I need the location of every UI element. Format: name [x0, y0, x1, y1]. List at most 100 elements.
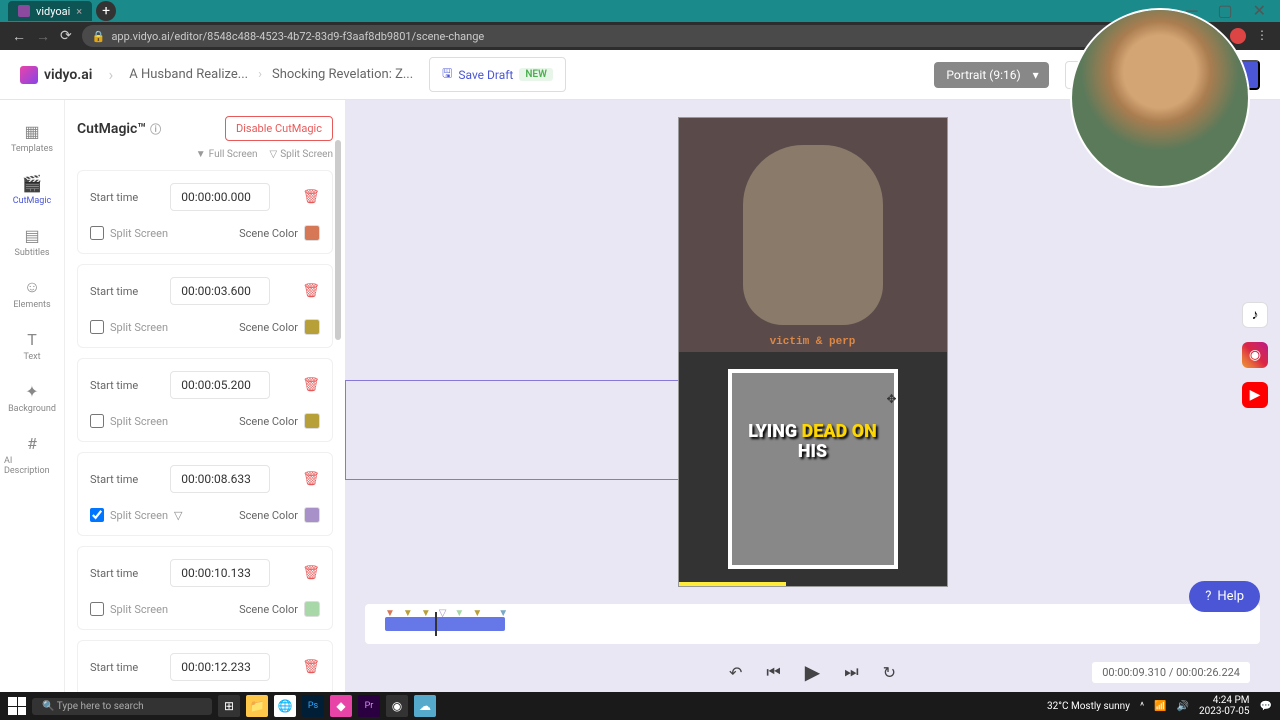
logo-text: vidyo.ai [44, 67, 92, 83]
taskbar-search[interactable]: 🔍 Type here to search [32, 698, 212, 715]
color-swatch[interactable] [304, 507, 320, 523]
instagram-icon[interactable]: ◉ [1242, 342, 1268, 368]
windows-start-icon[interactable] [8, 697, 26, 715]
split-screen-checkbox[interactable]: Split Screen [90, 414, 168, 428]
browser-tab[interactable]: vidyoai × [8, 1, 92, 21]
full-screen-toggle[interactable]: ▼ Full Screen [196, 149, 258, 160]
checkbox-input[interactable] [90, 602, 104, 616]
reload-icon[interactable]: ⟳ [60, 28, 72, 44]
clock-time[interactable]: 4:24 PM [1199, 695, 1250, 706]
tray-chevron-icon[interactable]: ^ [1140, 701, 1144, 712]
tab-favicon [18, 5, 30, 17]
nav-text[interactable]: T Text [0, 320, 64, 372]
breadcrumb-item[interactable]: Shocking Revelation: Z... [272, 67, 413, 82]
delete-icon[interactable]: 🗑 [302, 659, 320, 675]
notifications-icon[interactable]: 💬 [1260, 701, 1272, 712]
split-screen-checkbox[interactable]: Split Screen [90, 602, 168, 616]
back-icon[interactable]: ← [12, 28, 26, 45]
split-label: Split Screen [110, 415, 168, 428]
breadcrumb[interactable]: A Husband Realize... › Shocking Revelati… [129, 67, 413, 82]
nav-label: Subtitles [14, 248, 49, 258]
scene-color-label: Scene Color [239, 321, 298, 334]
time-sep: / [1166, 666, 1176, 679]
disable-cutmagic-button[interactable]: Disable CutMagic [225, 116, 333, 141]
color-swatch[interactable] [304, 225, 320, 241]
checkbox-input[interactable] [90, 320, 104, 334]
info-icon[interactable]: ⓘ [150, 121, 161, 137]
split-indicator-icon: ▽ [174, 509, 182, 522]
split-screen-checkbox[interactable]: Split Screen [90, 226, 168, 240]
delete-icon[interactable]: 🗑 [302, 565, 320, 581]
explorer-icon[interactable]: 📁 [246, 695, 268, 717]
nav-cutmagic[interactable]: 🎬 CutMagic [0, 164, 64, 216]
caption-word-highlight: DEAD ON [802, 421, 877, 442]
checkbox-input[interactable] [90, 508, 104, 522]
tiktok-icon[interactable]: ♪ [1242, 302, 1268, 328]
weather-widget[interactable]: 32°C Mostly sunny [1047, 701, 1130, 712]
video-preview[interactable]: victim & perp LYING DEAD ON HIS ✥ [678, 117, 948, 587]
help-button[interactable]: ? Help [1189, 581, 1260, 612]
scrollbar[interactable] [335, 100, 343, 692]
save-draft-button[interactable]: 🖫 Save Draft NEW [429, 57, 566, 92]
delete-icon[interactable]: 🗑 [302, 377, 320, 393]
start-time-input[interactable] [170, 465, 270, 493]
split-screen-checkbox[interactable]: Split Screen ▽ [90, 508, 183, 522]
photoshop-icon[interactable]: Ps [302, 695, 324, 717]
nav-ai-description[interactable]: # AI Description [0, 424, 64, 486]
aspect-ratio-dropdown[interactable]: Portrait (9:16) [934, 62, 1048, 88]
profile-icon[interactable] [1230, 28, 1246, 44]
delete-icon[interactable]: 🗑 [302, 471, 320, 487]
start-time-input[interactable] [170, 559, 270, 587]
nav-elements[interactable]: ☺ Elements [0, 268, 64, 320]
clock-date[interactable]: 2023-07-05 [1199, 706, 1250, 717]
delete-icon[interactable]: 🗑 [302, 189, 320, 205]
loop-icon[interactable]: ↻ [883, 663, 896, 682]
task-view-icon[interactable]: ⊞ [218, 695, 240, 717]
wifi-icon[interactable]: 📶 [1154, 701, 1166, 712]
tab-close-icon[interactable]: × [76, 5, 82, 18]
color-swatch[interactable] [304, 319, 320, 335]
timeline[interactable]: ▼ ▼ ▼ ▽ ▼ ▼ ▼ [365, 604, 1260, 644]
checkbox-input[interactable] [90, 414, 104, 428]
chrome-icon[interactable]: 🌐 [274, 695, 296, 717]
skip-back-icon[interactable]: ⏮ [766, 662, 780, 682]
maximize-icon[interactable]: ▢ [1211, 1, 1238, 21]
start-time-input[interactable] [170, 653, 270, 681]
start-time-input[interactable] [170, 371, 270, 399]
delete-icon[interactable]: 🗑 [302, 283, 320, 299]
close-window-icon[interactable]: ✕ [1247, 1, 1272, 21]
checkbox-input[interactable] [90, 226, 104, 240]
replay-icon[interactable]: ↶ [729, 663, 742, 682]
app-icon[interactable]: ☁ [414, 695, 436, 717]
scenes-panel: CutMagic™ ⓘ Disable CutMagic ▼ Full Scre… [65, 100, 345, 692]
scene-card: Start time 🗑 Split Screen Scene Color [77, 264, 333, 348]
nav-subtitles[interactable]: ▤ Subtitles [0, 216, 64, 268]
color-swatch[interactable] [304, 601, 320, 617]
start-time-input[interactable] [170, 183, 270, 211]
scene-card: Start time 🗑 Split Screen Scene Color [77, 358, 333, 442]
app-icon[interactable]: ◆ [330, 695, 352, 717]
split-screen-toggle[interactable]: ▽ Split Screen [270, 149, 333, 160]
timeline-clip[interactable] [385, 617, 505, 631]
premiere-icon[interactable]: Pr [358, 695, 380, 717]
color-swatch[interactable] [304, 413, 320, 429]
nav-label: Background [8, 404, 56, 414]
url-bar[interactable]: 🔒 app.vidyo.ai/editor/8548c488-4523-4b72… [82, 25, 1158, 47]
obs-icon[interactable]: ◉ [386, 695, 408, 717]
start-time-input[interactable] [170, 277, 270, 305]
skip-forward-icon[interactable]: ⏭ [844, 662, 858, 682]
menu-icon[interactable]: ⋮ [1256, 28, 1268, 44]
youtube-shorts-icon[interactable]: ▶ [1242, 382, 1268, 408]
nav-templates[interactable]: ▦ Templates [0, 112, 64, 164]
volume-icon[interactable]: 🔊 [1177, 701, 1189, 712]
forward-icon[interactable]: → [36, 28, 50, 45]
play-icon[interactable]: ▶ [805, 660, 820, 684]
new-tab-button[interactable]: + [96, 1, 116, 21]
help-icon: ? [1205, 589, 1211, 604]
logo[interactable]: vidyo.ai [20, 66, 92, 84]
breadcrumb-item[interactable]: A Husband Realize... [129, 67, 248, 82]
nav-background[interactable]: ✦ Background [0, 372, 64, 424]
progress-indicator [679, 582, 786, 586]
split-screen-checkbox[interactable]: Split Screen [90, 320, 168, 334]
playhead[interactable] [435, 612, 437, 636]
